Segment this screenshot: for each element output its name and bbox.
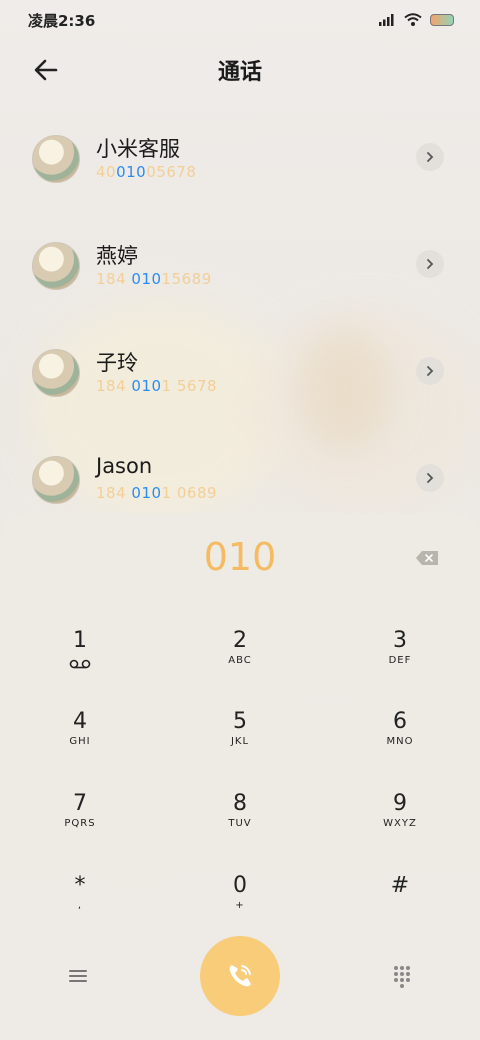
key-digit: # [390, 873, 410, 898]
contact-name: 燕婷 [96, 244, 138, 268]
contact-item[interactable]: 小米客服 4001005678 [0, 125, 480, 232]
number-prefix: 184 [96, 377, 132, 395]
key-letters: ABC [228, 655, 252, 666]
avatar [32, 242, 80, 290]
number-suffix: 15689 [161, 270, 212, 288]
key-digit: * [74, 873, 86, 898]
number-suffix: 1 0689 [161, 484, 218, 502]
key-letters: MNO [386, 736, 414, 747]
status-bar: 凌晨2:36 [0, 0, 480, 40]
number-match: 010 [131, 484, 162, 502]
number-match: 010 [131, 377, 162, 395]
key-digit: 7 [73, 791, 87, 816]
number-suffix: 05678 [146, 163, 197, 181]
key-9[interactable]: 9 WXYZ [345, 791, 455, 861]
chevron-right-icon [427, 366, 434, 376]
number-suffix: 1 5678 [161, 377, 218, 395]
key-letters: + [235, 900, 245, 911]
contact-name: 小米客服 [96, 137, 180, 161]
battery-icon [430, 14, 454, 26]
contact-name: Jason [96, 454, 153, 478]
menu-icon[interactable] [66, 966, 90, 986]
key-digit: 5 [233, 709, 247, 734]
key-6[interactable]: 6 MNO [345, 709, 455, 779]
key-3[interactable]: 3 DEF [345, 628, 455, 698]
key-4[interactable]: 4 GHI [25, 709, 135, 779]
key-digit: 3 [393, 628, 407, 653]
number-match: 010 [116, 163, 147, 181]
contact-number: 184 01015689 [96, 270, 212, 288]
avatar [32, 135, 80, 183]
number-prefix: 40 [96, 163, 117, 181]
number-prefix: 184 [96, 484, 132, 502]
contact-detail-button[interactable] [416, 357, 444, 385]
call-button[interactable] [200, 936, 280, 1016]
page-title: 通话 [217, 60, 262, 85]
contact-name: 子玲 [96, 351, 138, 375]
backspace-icon[interactable] [416, 551, 438, 565]
chevron-right-icon [427, 259, 434, 269]
status-icons [378, 13, 454, 27]
contact-number: 184 0101 5678 [96, 377, 217, 395]
chevron-right-icon [427, 152, 434, 162]
key-digit: 1 [73, 628, 87, 653]
avatar [32, 456, 80, 504]
status-time: 凌晨2:36 [28, 11, 96, 30]
voicemail-icon [69, 659, 91, 669]
key-1[interactable]: 1 [25, 628, 135, 698]
contact-item[interactable]: 子玲 184 0101 5678 [0, 339, 480, 446]
contact-detail-button[interactable] [416, 143, 444, 171]
key-digit: 4 [73, 709, 87, 734]
key-digit: 2 [233, 628, 247, 653]
dialed-number-display: 010 [203, 535, 277, 579]
number-prefix: 184 [96, 270, 132, 288]
key-star[interactable]: * , [25, 873, 135, 943]
contact-number: 4001005678 [96, 163, 196, 181]
avatar [32, 349, 80, 397]
key-digit: 6 [393, 709, 407, 734]
key-2[interactable]: 2 ABC [185, 628, 295, 698]
keypad-grid-icon[interactable] [392, 964, 412, 988]
wifi-icon [404, 13, 422, 26]
chevron-right-icon [427, 473, 434, 483]
phone-call-icon [229, 965, 251, 987]
key-digit: 9 [393, 791, 407, 816]
contact-detail-button[interactable] [416, 250, 444, 278]
key-letters: JKL [230, 736, 250, 747]
contact-item[interactable]: 燕婷 184 01015689 [0, 232, 480, 339]
dialer-panel: 010 1 2 ABC 3 DEF 4 GHI 5 JKL 6 MNO 7 PQ… [0, 513, 480, 1040]
key-0[interactable]: 0 + [185, 873, 295, 943]
dialer-bottom-bar [0, 936, 480, 1016]
key-letters: GHI [69, 736, 91, 747]
key-8[interactable]: 8 TUV [185, 791, 295, 861]
key-digit: 0 [233, 873, 247, 898]
key-7[interactable]: 7 PQRS [25, 791, 135, 861]
number-match: 010 [131, 270, 162, 288]
contact-list: 小米客服 4001005678 燕婷 184 01015689 子玲 184 0… [0, 125, 480, 553]
key-digit: 8 [233, 791, 247, 816]
contact-number: 184 0101 0689 [96, 484, 217, 502]
key-hash[interactable]: # [345, 873, 455, 943]
header: 通话 [0, 48, 480, 92]
key-5[interactable]: 5 JKL [185, 709, 295, 779]
key-letters: WXYZ [383, 818, 417, 829]
signal-icon [379, 14, 394, 26]
key-letters: PQRS [64, 818, 96, 829]
key-letters: DEF [388, 655, 412, 666]
key-letters: , [77, 900, 83, 911]
contact-detail-button[interactable] [416, 464, 444, 492]
key-letters: TUV [228, 818, 252, 829]
